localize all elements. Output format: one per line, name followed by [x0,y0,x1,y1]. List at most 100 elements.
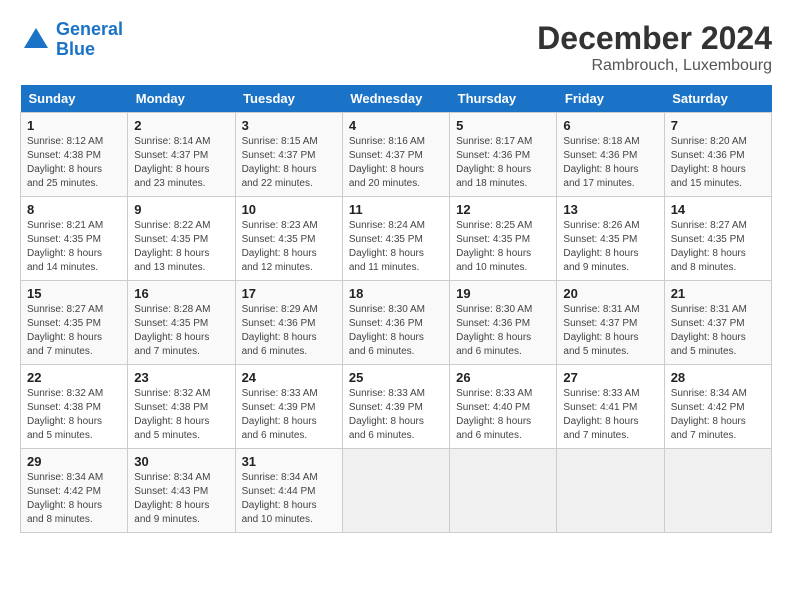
table-row: 22Sunrise: 8:32 AM Sunset: 4:38 PM Dayli… [21,365,128,449]
day-info: Sunrise: 8:32 AM Sunset: 4:38 PM Dayligh… [27,387,121,443]
day-info: Sunrise: 8:32 AM Sunset: 4:38 PM Dayligh… [134,387,228,443]
table-row: 7 Sunrise: 8:20 AM Sunset: 4:36 PM Daylig… [664,113,771,197]
table-row: 28Sunrise: 8:34 AM Sunset: 4:42 PM Dayli… [664,365,771,449]
day-info: Sunrise: 8:34 AM Sunset: 4:42 PM Dayligh… [27,471,121,527]
day-number: 31 [242,454,336,469]
table-row: 24 Sunrise: 8:33 AM Sunset: 4:39 PM Dayli… [235,365,342,449]
day-number: 13 [563,202,657,217]
day-info: Sunrise: 8:33 AM Sunset: 4:39 PM Dayligh… [349,387,443,443]
table-row: 19 Sunrise: 8:30 AM Sunset: 4:36 PM Dayli… [450,281,557,365]
table-row: 27 Sunrise: 8:33 AM Sunset: 4:41 PM Dayli… [557,365,664,449]
table-row [342,449,449,533]
day-number: 20 [563,286,657,301]
header-tuesday: Tuesday [235,85,342,113]
day-info: Sunrise: 8:29 AM Sunset: 4:36 PM Dayligh… [242,303,336,359]
day-info: Sunrise: 8:12 AM Sunset: 4:38 PM Dayligh… [27,135,121,191]
table-row [664,449,771,533]
day-info: Sunrise: 8:26 AM Sunset: 4:35 PM Dayligh… [563,219,657,275]
day-number: 7 [671,118,765,133]
day-number: 12 [456,202,550,217]
logo: General Blue [20,20,123,60]
table-row: 26 Sunrise: 8:33 AM Sunset: 4:40 PM Dayli… [450,365,557,449]
day-number: 24 [242,370,336,385]
day-info: Sunrise: 8:17 AM Sunset: 4:36 PM Dayligh… [456,135,550,191]
day-number: 18 [349,286,443,301]
table-row [557,449,664,533]
day-info: Sunrise: 8:15 AM Sunset: 4:37 PM Dayligh… [242,135,336,191]
logo-icon [20,24,52,56]
day-number: 17 [242,286,336,301]
day-info: Sunrise: 8:33 AM Sunset: 4:39 PM Dayligh… [242,387,336,443]
table-row: 17 Sunrise: 8:29 AM Sunset: 4:36 PM Dayli… [235,281,342,365]
calendar-week-row: 22Sunrise: 8:32 AM Sunset: 4:38 PM Dayli… [21,365,772,449]
header-monday: Monday [128,85,235,113]
header-saturday: Saturday [664,85,771,113]
table-row: 6 Sunrise: 8:18 AM Sunset: 4:36 PM Daylig… [557,113,664,197]
day-number: 29 [27,454,121,469]
day-number: 26 [456,370,550,385]
day-info: Sunrise: 8:28 AM Sunset: 4:35 PM Dayligh… [134,303,228,359]
day-info: Sunrise: 8:27 AM Sunset: 4:35 PM Dayligh… [671,219,765,275]
day-number: 27 [563,370,657,385]
day-number: 11 [349,202,443,217]
table-row: 25 Sunrise: 8:33 AM Sunset: 4:39 PM Dayli… [342,365,449,449]
header-wednesday: Wednesday [342,85,449,113]
day-number: 23 [134,370,228,385]
table-row: 29 Sunrise: 8:34 AM Sunset: 4:42 PM Dayli… [21,449,128,533]
day-number: 30 [134,454,228,469]
calendar-week-row: 8Sunrise: 8:21 AM Sunset: 4:35 PM Daylig… [21,197,772,281]
day-number: 3 [242,118,336,133]
table-row: 14Sunrise: 8:27 AM Sunset: 4:35 PM Dayli… [664,197,771,281]
table-row: 21 Sunrise: 8:31 AM Sunset: 4:37 PM Dayli… [664,281,771,365]
day-info: Sunrise: 8:21 AM Sunset: 4:35 PM Dayligh… [27,219,121,275]
calendar-table: Sunday Monday Tuesday Wednesday Thursday… [20,85,772,533]
day-number: 1 [27,118,121,133]
day-number: 28 [671,370,765,385]
table-row: 5 Sunrise: 8:17 AM Sunset: 4:36 PM Daylig… [450,113,557,197]
table-row: 3 Sunrise: 8:15 AM Sunset: 4:37 PM Daylig… [235,113,342,197]
day-number: 25 [349,370,443,385]
table-row: 20Sunrise: 8:31 AM Sunset: 4:37 PM Dayli… [557,281,664,365]
day-info: Sunrise: 8:33 AM Sunset: 4:40 PM Dayligh… [456,387,550,443]
header-sunday: Sunday [21,85,128,113]
calendar-week-row: 15 Sunrise: 8:27 AM Sunset: 4:35 PM Dayli… [21,281,772,365]
day-number: 10 [242,202,336,217]
calendar-title: December 2024 [537,20,772,57]
day-number: 6 [563,118,657,133]
day-info: Sunrise: 8:34 AM Sunset: 4:44 PM Dayligh… [242,471,336,527]
day-info: Sunrise: 8:25 AM Sunset: 4:35 PM Dayligh… [456,219,550,275]
header: General Blue December 2024 Rambrouch, Lu… [20,20,772,75]
table-row: 8Sunrise: 8:21 AM Sunset: 4:35 PM Daylig… [21,197,128,281]
table-row: 2Sunrise: 8:14 AM Sunset: 4:37 PM Daylig… [128,113,235,197]
day-number: 2 [134,118,228,133]
table-row: 31 Sunrise: 8:34 AM Sunset: 4:44 PM Dayli… [235,449,342,533]
table-row: 13 Sunrise: 8:26 AM Sunset: 4:35 PM Dayli… [557,197,664,281]
calendar-subtitle: Rambrouch, Luxembourg [537,57,772,75]
table-row: 18Sunrise: 8:30 AM Sunset: 4:36 PM Dayli… [342,281,449,365]
weekday-header-row: Sunday Monday Tuesday Wednesday Thursday… [21,85,772,113]
day-info: Sunrise: 8:27 AM Sunset: 4:35 PM Dayligh… [27,303,121,359]
day-number: 4 [349,118,443,133]
calendar-week-row: 1 Sunrise: 8:12 AM Sunset: 4:38 PM Daylig… [21,113,772,197]
day-info: Sunrise: 8:31 AM Sunset: 4:37 PM Dayligh… [671,303,765,359]
day-number: 19 [456,286,550,301]
day-info: Sunrise: 8:24 AM Sunset: 4:35 PM Dayligh… [349,219,443,275]
day-number: 9 [134,202,228,217]
day-info: Sunrise: 8:34 AM Sunset: 4:43 PM Dayligh… [134,471,228,527]
day-info: Sunrise: 8:33 AM Sunset: 4:41 PM Dayligh… [563,387,657,443]
table-row: 15 Sunrise: 8:27 AM Sunset: 4:35 PM Dayli… [21,281,128,365]
logo-line2: Blue [56,39,95,59]
table-row: 11 Sunrise: 8:24 AM Sunset: 4:35 PM Dayli… [342,197,449,281]
table-row: 12 Sunrise: 8:25 AM Sunset: 4:35 PM Dayli… [450,197,557,281]
day-info: Sunrise: 8:18 AM Sunset: 4:36 PM Dayligh… [563,135,657,191]
day-info: Sunrise: 8:30 AM Sunset: 4:36 PM Dayligh… [456,303,550,359]
day-info: Sunrise: 8:16 AM Sunset: 4:37 PM Dayligh… [349,135,443,191]
table-row: 30 Sunrise: 8:34 AM Sunset: 4:43 PM Dayli… [128,449,235,533]
day-info: Sunrise: 8:20 AM Sunset: 4:36 PM Dayligh… [671,135,765,191]
table-row [450,449,557,533]
day-number: 5 [456,118,550,133]
logo-text: General Blue [56,20,123,60]
day-number: 15 [27,286,121,301]
table-row: 23 Sunrise: 8:32 AM Sunset: 4:38 PM Dayli… [128,365,235,449]
day-number: 21 [671,286,765,301]
